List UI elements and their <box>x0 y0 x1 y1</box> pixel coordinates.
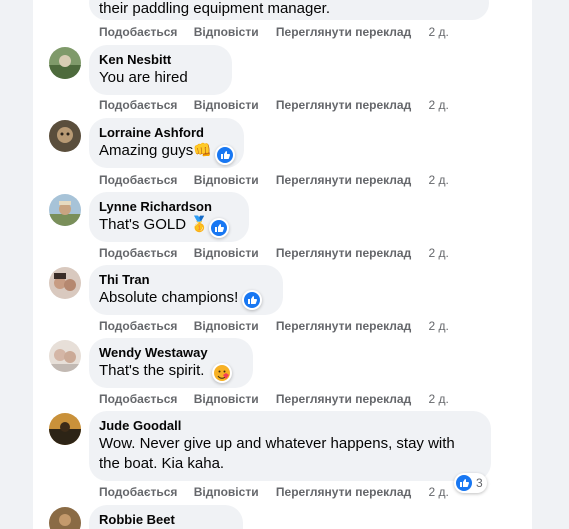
comment-text: their paddling equipment manager. <box>99 0 330 17</box>
reply-button[interactable]: Відповісти <box>194 245 259 261</box>
like-button[interactable]: Подобається <box>99 24 177 40</box>
avatar[interactable] <box>49 267 81 299</box>
comment-bubble: Jude Goodall Wow. Never give up and what… <box>89 411 491 481</box>
comment-actions: Подобається Відповісти Переглянути перек… <box>99 24 449 40</box>
like-button[interactable]: Подобається <box>99 318 177 334</box>
comment-time[interactable]: 2 д. <box>429 245 449 261</box>
see-translation-button[interactable]: Переглянути переклад <box>276 97 411 113</box>
comment-author[interactable]: Jude Goodall <box>99 418 479 434</box>
reaction-badge[interactable] <box>242 290 262 310</box>
comment-text: Amazing guys👊 <box>99 142 212 159</box>
avatar[interactable] <box>49 194 81 226</box>
see-translation-button[interactable]: Переглянути переклад <box>276 172 411 188</box>
reply-button[interactable]: Відповісти <box>194 391 259 407</box>
comment-author[interactable]: Wendy Westaway <box>99 345 241 361</box>
reply-button[interactable]: Відповісти <box>194 172 259 188</box>
comment-actions: Подобається Відповісти Переглянути перек… <box>99 97 449 113</box>
comment-actions: Подобається Відповісти Переглянути перек… <box>99 245 449 261</box>
comment-author[interactable]: Thi Tran <box>99 272 271 288</box>
comment-time[interactable]: 2 д. <box>429 484 449 500</box>
like-icon <box>217 147 233 163</box>
comment-bubble: Robbie Beet <box>89 505 243 529</box>
avatar[interactable] <box>49 413 81 445</box>
comment-actions: Подобається Відповісти Переглянути перек… <box>99 318 449 334</box>
comment-author[interactable]: Robbie Beet <box>99 512 231 528</box>
comment-time[interactable]: 2 д. <box>429 318 449 334</box>
comment-time[interactable]: 2 д. <box>429 391 449 407</box>
like-icon <box>456 475 472 491</box>
comment-actions: Подобається Відповісти Переглянути перек… <box>99 172 449 188</box>
reply-button[interactable]: Відповісти <box>194 484 259 500</box>
comment-time[interactable]: 2 д. <box>429 172 449 188</box>
see-translation-button[interactable]: Переглянути переклад <box>276 245 411 261</box>
comment-time[interactable]: 2 д. <box>429 24 449 40</box>
avatar[interactable] <box>49 47 81 79</box>
see-translation-button[interactable]: Переглянути переклад <box>276 24 411 40</box>
comments-panel: their paddling equipment manager. Подоба… <box>33 0 532 529</box>
like-button[interactable]: Подобається <box>99 245 177 261</box>
like-button[interactable]: Подобається <box>99 391 177 407</box>
reaction-badge[interactable] <box>212 363 232 383</box>
reaction-badge[interactable] <box>209 218 229 238</box>
like-button[interactable]: Подобається <box>99 484 177 500</box>
comment-text: Wow. Never give up and whatever happens,… <box>99 435 455 472</box>
reaction-badge[interactable] <box>215 145 235 165</box>
comment-actions: Подобається Відповісти Переглянути перек… <box>99 391 449 407</box>
like-icon <box>211 220 227 236</box>
avatar[interactable] <box>49 120 81 152</box>
like-icon <box>244 292 260 308</box>
comment-bubble: Ken Nesbitt You are hired <box>89 45 232 95</box>
comment-time[interactable]: 2 д. <box>429 97 449 113</box>
see-translation-button[interactable]: Переглянути переклад <box>276 484 411 500</box>
care-emoji-icon <box>214 365 230 381</box>
see-translation-button[interactable]: Переглянути переклад <box>276 391 411 407</box>
comment-actions: Подобається Відповісти Переглянути перек… <box>99 484 449 500</box>
comment-bubble: their paddling equipment manager. <box>89 0 489 20</box>
comment-author[interactable]: Ken Nesbitt <box>99 52 220 68</box>
like-button[interactable]: Подобається <box>99 97 177 113</box>
reaction-badge[interactable]: 3 <box>454 473 487 493</box>
see-translation-button[interactable]: Переглянути переклад <box>276 318 411 334</box>
comment-author[interactable]: Lorraine Ashford <box>99 125 232 141</box>
comment-text: You are hired <box>99 69 188 86</box>
comment-author[interactable]: Lynne Richardson <box>99 199 237 215</box>
reply-button[interactable]: Відповісти <box>194 318 259 334</box>
reply-button[interactable]: Відповісти <box>194 97 259 113</box>
avatar[interactable] <box>49 507 81 529</box>
avatar[interactable] <box>49 340 81 372</box>
reply-button[interactable]: Відповісти <box>194 24 259 40</box>
like-button[interactable]: Подобається <box>99 172 177 188</box>
reaction-count: 3 <box>476 476 483 490</box>
